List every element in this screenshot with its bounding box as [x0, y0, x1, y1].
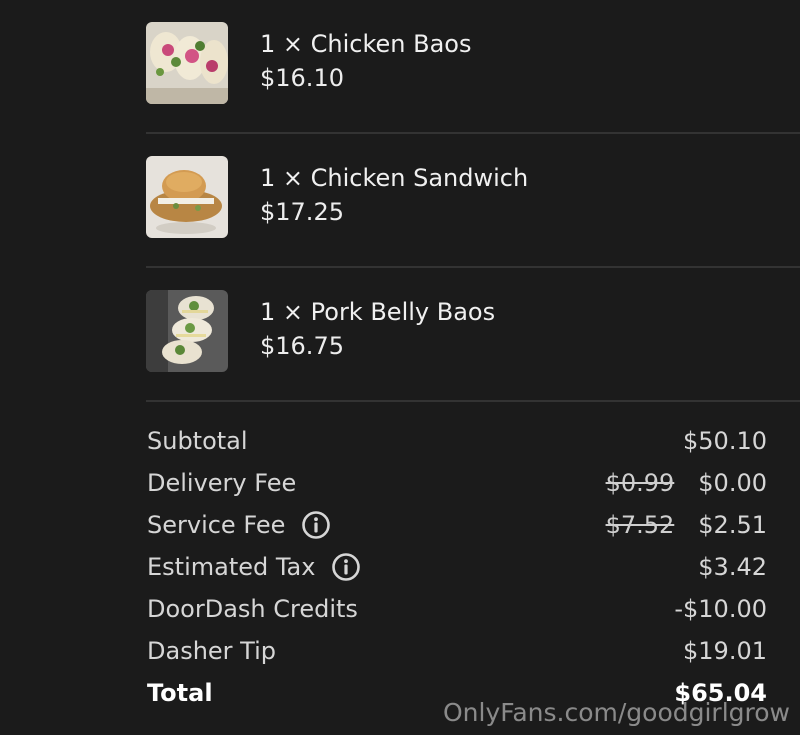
- item-price: $17.25: [260, 198, 344, 226]
- order-item[interactable]: 1 × Chicken Sandwich $17.25: [146, 134, 800, 268]
- subtotal-row: Subtotal $50.10: [147, 420, 767, 462]
- subtotal-label: Subtotal: [147, 427, 248, 455]
- info-icon[interactable]: [301, 510, 331, 540]
- pork-belly-baos-photo: [146, 290, 228, 372]
- service-fee-label: Service Fee: [147, 511, 286, 539]
- service-fee-row: Service Fee $7.52 $2.51: [147, 504, 767, 546]
- total-label: Total: [147, 679, 213, 707]
- doordash-credits-label: DoorDash Credits: [147, 595, 358, 623]
- item-price: $16.75: [260, 332, 344, 360]
- doordash-credits-value: -$10.00: [674, 595, 767, 623]
- dasher-tip-row: Dasher Tip $19.01: [147, 630, 767, 672]
- delivery-fee-label: Delivery Fee: [147, 469, 297, 497]
- item-price: $16.10: [260, 64, 344, 92]
- dasher-tip-value: $19.01: [683, 637, 767, 665]
- subtotal-value: $50.10: [683, 427, 767, 455]
- delivery-fee-original: $0.99: [605, 469, 675, 497]
- info-icon[interactable]: [331, 552, 361, 582]
- estimated-tax-label: Estimated Tax: [147, 553, 316, 581]
- watermark: OnlyFans.com/goodgirlgrow: [442, 698, 790, 727]
- chicken-baos-photo: [146, 22, 228, 104]
- item-name: 1 × Pork Belly Baos: [260, 298, 496, 326]
- chicken-sandwich-photo: [146, 156, 228, 238]
- delivery-fee-row: Delivery Fee $0.99 $0.00: [147, 462, 767, 504]
- order-item[interactable]: 1 × Chicken Baos $16.10: [146, 0, 800, 134]
- doordash-credits-row: DoorDash Credits -$10.00: [147, 588, 767, 630]
- item-name: 1 × Chicken Baos: [260, 30, 472, 58]
- order-items-list: 1 × Chicken Baos $16.10 1 × Chicken Sand…: [146, 0, 800, 402]
- service-fee-original: $7.52: [605, 511, 675, 539]
- delivery-fee-value: $0.00: [698, 469, 767, 497]
- dasher-tip-label: Dasher Tip: [147, 637, 276, 665]
- estimated-tax-value: $3.42: [698, 553, 767, 581]
- service-fee-value: $2.51: [698, 511, 767, 539]
- estimated-tax-row: Estimated Tax $3.42: [147, 546, 767, 588]
- order-summary: Subtotal $50.10 Delivery Fee $0.99 $0.00…: [147, 420, 767, 714]
- item-name: 1 × Chicken Sandwich: [260, 164, 529, 192]
- order-item[interactable]: 1 × Pork Belly Baos $16.75: [146, 268, 800, 402]
